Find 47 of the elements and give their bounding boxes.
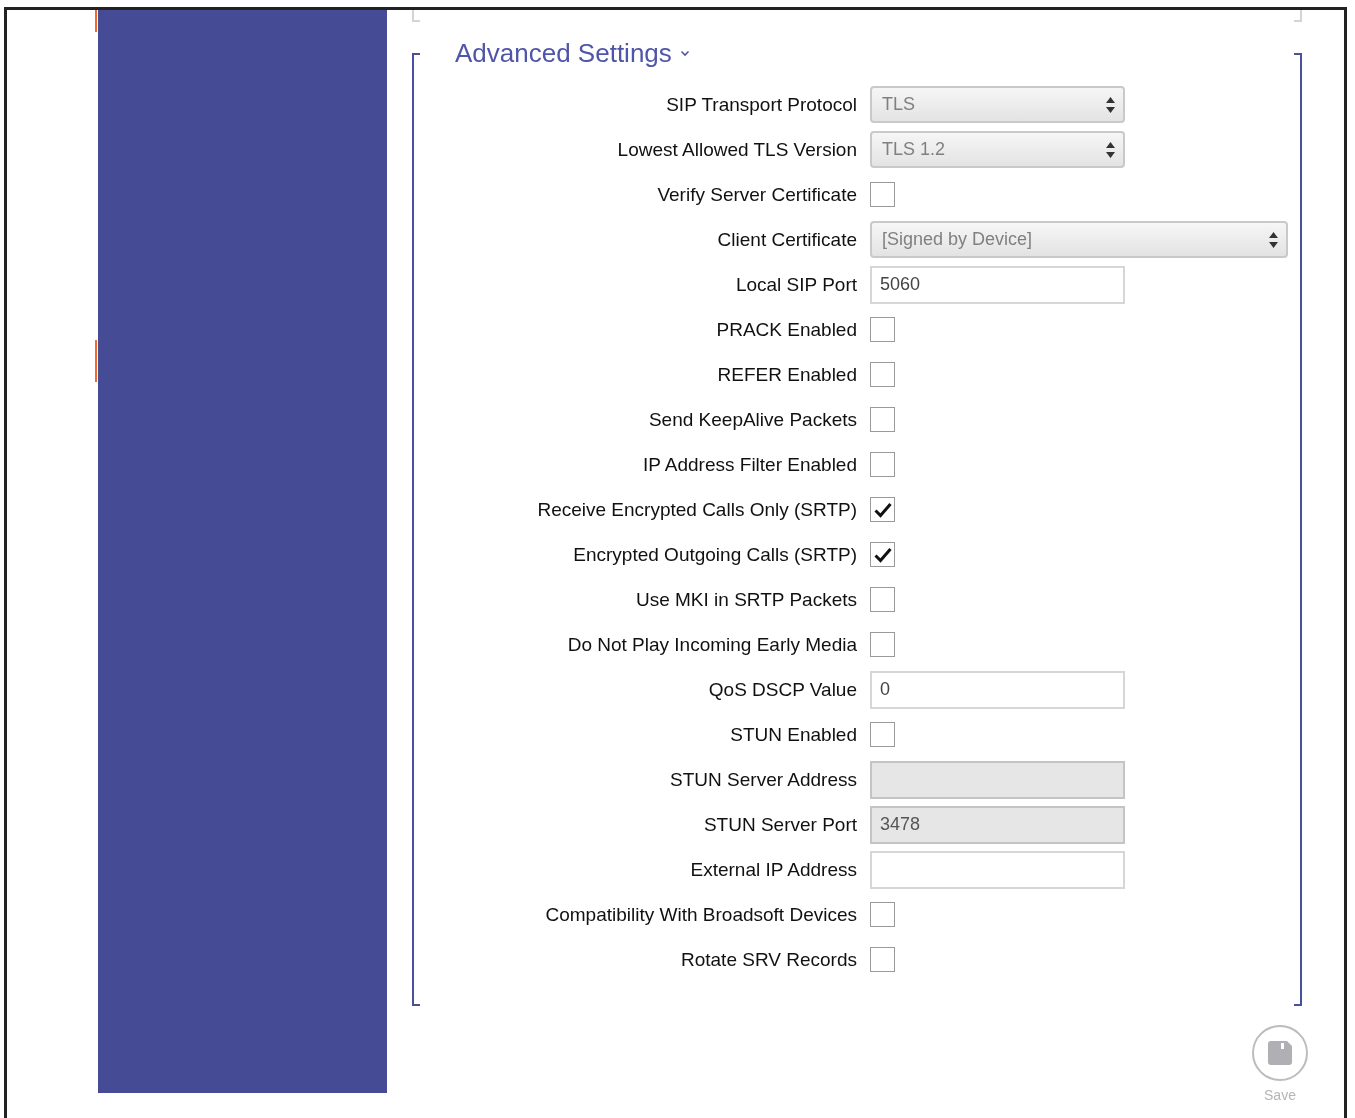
field-label: IP Address Filter Enabled xyxy=(641,453,857,476)
field-label: External IP Address xyxy=(689,858,857,881)
text-field[interactable]: 0 xyxy=(870,670,1125,709)
field-label: QoS DSCP Value xyxy=(707,678,857,701)
checkbox[interactable] xyxy=(870,902,895,927)
checkbox[interactable] xyxy=(870,587,895,612)
field-label: PRACK Enabled xyxy=(715,318,857,341)
accent-mark xyxy=(95,340,97,382)
checkmark-icon xyxy=(873,501,892,518)
field-label: Use MKI in SRTP Packets xyxy=(634,588,857,611)
checkbox[interactable] xyxy=(870,947,895,972)
field-label: STUN Server Address xyxy=(669,768,857,791)
field-label: REFER Enabled xyxy=(716,363,857,386)
checkbox[interactable] xyxy=(870,407,895,432)
field-label: STUN Server Port xyxy=(702,813,857,836)
select-field[interactable]: [Signed by Device] xyxy=(870,221,1288,258)
checkbox[interactable] xyxy=(870,632,895,657)
field-label: Compatibility With Broadsoft Devices xyxy=(544,903,857,926)
field-label: Verify Server Certificate xyxy=(656,183,857,206)
checkmark-icon xyxy=(873,546,892,563)
field-label: Do Not Play Incoming Early Media xyxy=(566,633,857,656)
updown-arrow-icon xyxy=(1106,96,1115,113)
updown-arrow-icon xyxy=(1269,231,1278,248)
checkbox[interactable] xyxy=(870,182,895,207)
field-label: Lowest Allowed TLS Version xyxy=(616,138,857,161)
field-label: Rotate SRV Records xyxy=(680,948,857,971)
checkbox[interactable] xyxy=(870,362,895,387)
text-field[interactable]: 5060 xyxy=(870,265,1125,304)
checkbox[interactable] xyxy=(870,542,895,567)
field-label: Encrypted Outgoing Calls (SRTP) xyxy=(572,543,857,566)
chevron-icon xyxy=(679,49,690,57)
field-label: SIP Transport Protocol xyxy=(665,93,857,116)
field-label: Client Certificate xyxy=(716,228,857,251)
checkbox[interactable] xyxy=(870,722,895,747)
select-field[interactable]: TLS xyxy=(870,86,1125,123)
updown-arrow-icon xyxy=(1106,141,1115,158)
field-label: Receive Encrypted Calls Only (SRTP) xyxy=(536,498,857,521)
field-label: Send KeepAlive Packets xyxy=(647,408,857,431)
text-field[interactable] xyxy=(870,850,1125,889)
field-label: STUN Enabled xyxy=(729,723,857,746)
accent-mark xyxy=(95,10,97,32)
field-label: Local SIP Port xyxy=(734,273,857,296)
checkbox[interactable] xyxy=(870,317,895,342)
select-field[interactable]: TLS 1.2 xyxy=(870,131,1125,168)
section-title[interactable]: Advanced Settings xyxy=(455,37,690,69)
checkbox[interactable] xyxy=(870,497,895,522)
checkbox[interactable] xyxy=(870,452,895,477)
